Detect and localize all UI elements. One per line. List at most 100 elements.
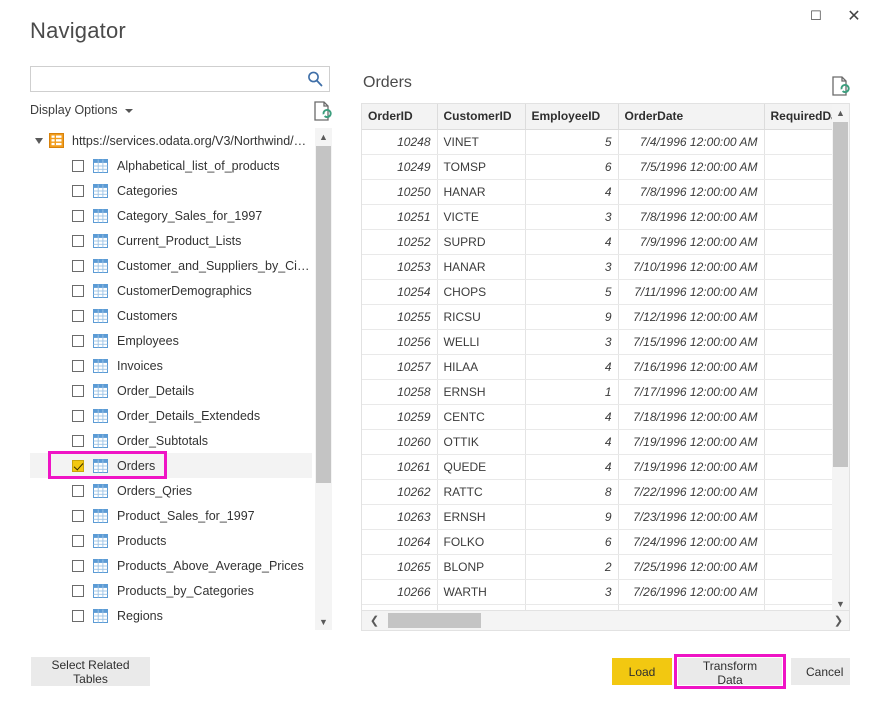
checkbox[interactable] [72,559,84,572]
checkbox[interactable] [72,284,84,297]
checkbox[interactable] [72,184,84,197]
table-row[interactable]: 10257HILAA47/16/1996 12:00:00 AM8/13/199 [362,354,849,380]
table-row[interactable]: 10266WARTH37/26/1996 12:00:00 AM9/6/199 [362,579,849,605]
table-row[interactable]: 10260OTTIK47/19/1996 12:00:00 AM8/16/199 [362,429,849,455]
tree-item-categories[interactable]: Categories [30,178,312,203]
grid-hscroll-thumb[interactable] [388,613,481,628]
table-row[interactable]: 10258ERNSH17/17/1996 12:00:00 AM8/14/199 [362,379,849,405]
table-row[interactable]: 10256WELLI37/15/1996 12:00:00 AM8/12/199 [362,329,849,355]
table-cell: 10255 [362,304,438,330]
grid-scroll-thumb[interactable] [833,122,848,467]
table-cell: 10259 [362,404,438,430]
table-row[interactable]: 10253HANAR37/10/1996 12:00:00 AM7/24/199 [362,254,849,280]
table-row[interactable]: 10248VINET57/4/1996 12:00:00 AM8/1/199 [362,129,849,155]
maximize-icon[interactable]: ☐ [797,2,835,30]
table-row[interactable]: 10251VICTE37/8/1996 12:00:00 AM8/5/199 [362,204,849,230]
close-icon[interactable]: ✕ [835,2,873,30]
table-cell: ERNSH [437,379,526,405]
checkbox[interactable] [72,584,84,597]
checkbox[interactable] [72,334,84,347]
checkbox[interactable] [72,309,84,322]
table-row[interactable]: 10264FOLKO67/24/1996 12:00:00 AM8/21/199 [362,529,849,555]
search-input[interactable] [31,67,303,91]
table-row[interactable]: 10254CHOPS57/11/1996 12:00:00 AM8/8/199 [362,279,849,305]
tree-item-orders_qries[interactable]: Orders_Qries [30,478,312,503]
table-cell: HANAR [437,179,526,205]
expander-icon[interactable] [35,137,43,144]
table-row[interactable]: 10255RICSU97/12/1996 12:00:00 AM8/9/199 [362,304,849,330]
table-tree[interactable]: https://services.odata.org/V3/Northwind/… [30,128,332,630]
checkbox[interactable] [72,384,84,397]
checkbox[interactable] [72,534,84,547]
checkbox[interactable] [72,484,84,497]
table-row[interactable]: 10249TOMSP67/5/1996 12:00:00 AM8/16/199 [362,154,849,180]
refresh-document-icon[interactable] [312,100,332,122]
table-cell: CHOPS [437,279,526,305]
table-row[interactable]: 10252SUPRD47/9/1996 12:00:00 AM8/6/199 [362,229,849,255]
column-header-employeeid[interactable]: EmployeeID [525,104,619,130]
table-cell: 10260 [362,429,438,455]
scroll-left-icon[interactable]: ❮ [365,611,384,630]
tree-vertical-scrollbar[interactable]: ▲ ▼ [315,128,332,630]
checkbox[interactable] [72,359,84,372]
checkbox[interactable] [72,409,84,422]
table-row[interactable]: 10261QUEDE47/19/1996 12:00:00 AM8/16/199 [362,454,849,480]
checkbox[interactable] [72,609,84,622]
table-cell: 5 [525,129,619,155]
display-options-button[interactable]: Display Options [30,103,133,117]
table-row[interactable]: 10259CENTC47/18/1996 12:00:00 AM8/15/199 [362,404,849,430]
scroll-up-icon[interactable]: ▲ [315,128,332,145]
tree-item-category_sales_for_1997[interactable]: Category_Sales_for_1997 [30,203,312,228]
tree-item-current_product_lists[interactable]: Current_Product_Lists [30,228,312,253]
checkbox[interactable] [72,434,84,447]
select-related-tables-button[interactable]: Select Related Tables [31,657,150,686]
tree-item-invoices[interactable]: Invoices [30,353,312,378]
table-row[interactable]: 10250HANAR47/8/1996 12:00:00 AM8/5/199 [362,179,849,205]
tree-scroll-thumb[interactable] [316,146,331,483]
scroll-down-icon[interactable]: ▼ [315,613,332,630]
table-cell: 10248 [362,129,438,155]
checkbox[interactable] [72,509,84,522]
grid-scroll-up-icon[interactable]: ▲ [832,104,849,121]
tree-item-products_above_average_prices[interactable]: Products_Above_Average_Prices [30,553,312,578]
table-head: OrderID CustomerID EmployeeID OrderDate Requ… [362,104,849,130]
checkbox[interactable] [72,234,84,247]
tree-item-order_subtotals[interactable]: Order_Subtotals [30,428,312,453]
scroll-right-icon[interactable]: ❯ [829,611,848,630]
data-preview-grid[interactable]: OrderID CustomerID EmployeeID OrderDate Requ… [361,103,850,631]
tree-item-products[interactable]: Products [30,528,312,553]
table-row[interactable]: 10263ERNSH97/23/1996 12:00:00 AM8/20/199 [362,504,849,530]
tree-item-order_details[interactable]: Order_Details [30,378,312,403]
tree-item-order_details_extendeds[interactable]: Order_Details_Extendeds [30,403,312,428]
table-row[interactable]: 10262RATTC87/22/1996 12:00:00 AM8/19/199 [362,479,849,505]
search-box[interactable] [30,66,330,92]
column-header-orderdate[interactable]: OrderDate [618,104,765,130]
tree-item-alphabetical_list_of_products[interactable]: Alphabetical_list_of_products [30,153,312,178]
checkbox[interactable] [72,159,84,172]
tree-item-label: Category_Sales_for_1997 [117,208,263,223]
tree-item-product_sales_for_1997[interactable]: Product_Sales_for_1997 [30,503,312,528]
table-row[interactable]: 10265BLONP27/25/1996 12:00:00 AM8/22/199 [362,554,849,580]
load-button[interactable]: Load [612,658,672,685]
tree-item-products_by_categories[interactable]: Products_by_Categories [30,578,312,603]
cancel-button[interactable]: Cancel [791,658,850,685]
checkbox-checked[interactable] [72,459,84,472]
table-cell: 10261 [362,454,438,480]
checkbox[interactable] [72,209,84,222]
table-cell: 7/9/1996 12:00:00 AM [618,229,765,255]
preview-refresh-document-icon[interactable] [830,75,850,97]
tree-item-customerdemographics[interactable]: CustomerDemographics [30,278,312,303]
tree-item-customer_and_suppliers_by_cities[interactable]: Customer_and_Suppliers_by_Cities [30,253,312,278]
tree-item-orders[interactable]: Orders [30,453,312,478]
tree-root-item[interactable]: https://services.odata.org/V3/Northwind/… [30,128,312,153]
grid-vertical-scrollbar[interactable]: ▲ ▼ [832,104,849,612]
transform-data-button[interactable]: Transform Data [678,658,782,687]
column-header-orderid[interactable]: OrderID [362,104,438,130]
tree-item-customers[interactable]: Customers [30,303,312,328]
grid-horizontal-scrollbar[interactable]: ❮ ❯ [362,610,849,630]
checkbox[interactable] [72,259,84,272]
column-header-customerid[interactable]: CustomerID [437,104,526,130]
tree-item-regions[interactable]: Regions [30,603,312,628]
search-icon[interactable] [306,70,324,88]
tree-item-employees[interactable]: Employees [30,328,312,353]
